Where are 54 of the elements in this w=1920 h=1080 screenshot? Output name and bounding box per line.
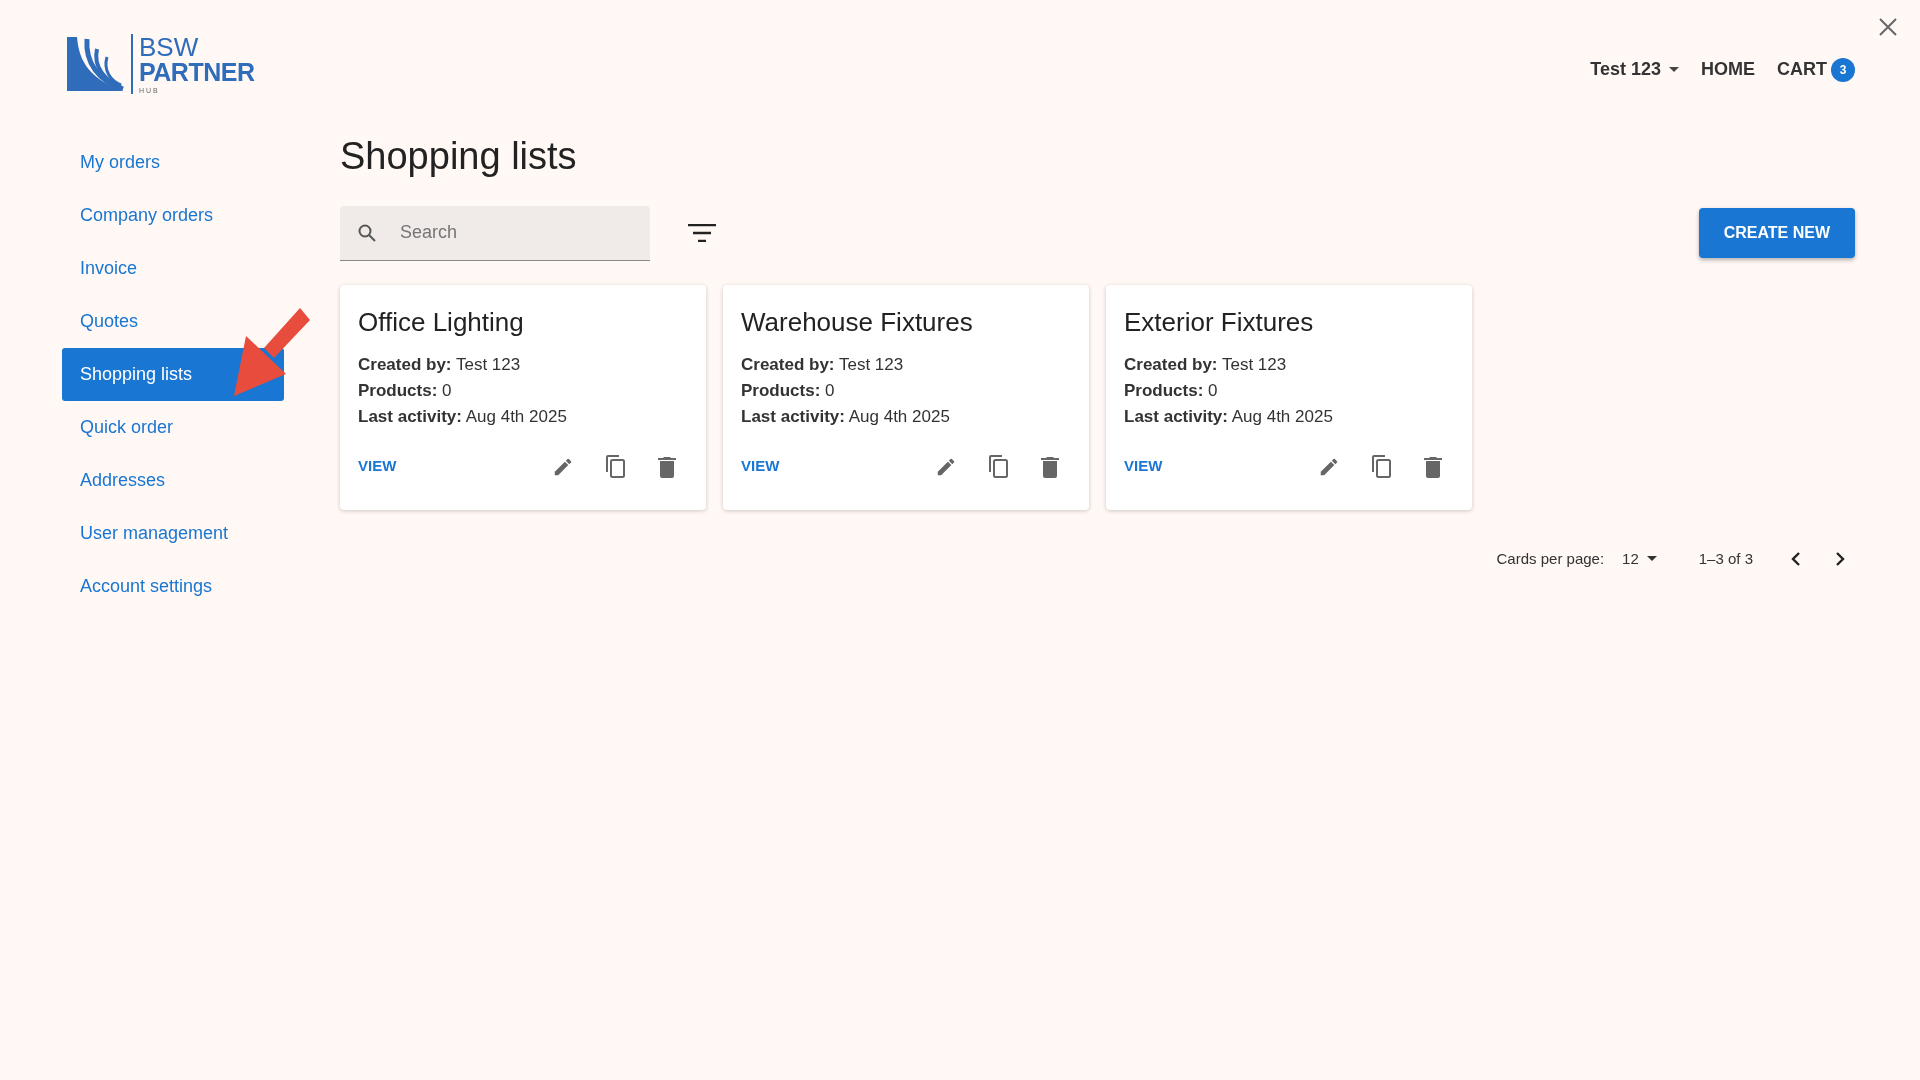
copy-button[interactable] [987,453,1011,480]
card-detail: Products: 0 [741,379,836,402]
logo-text: BSW [139,34,200,60]
copy-icon [1370,453,1394,480]
card-detail: Created by: Test 123 [1124,353,1288,376]
nav-link[interactable]: CART 3 [1777,56,1855,83]
view-link[interactable]: VIEW [741,455,780,478]
trash-icon [658,455,676,478]
copy-button[interactable] [604,453,628,480]
card-detail: Last activity: Aug 4th 2025 [358,405,568,428]
view-link[interactable]: VIEW [358,455,397,478]
logo-mark-icon [67,35,125,93]
card-detail: Last activity: Aug 4th 2025 [1124,405,1334,428]
card-detail: Products: 0 [1124,379,1219,402]
card-title: Exterior Fixtures [1124,305,1315,339]
page-range: 1–3 of 3 [1698,548,1753,569]
card-detail: Created by: Test 123 [741,353,905,376]
sidebar-item[interactable]: Company orders [62,189,284,242]
create-new-button[interactable]: CREATE NEW [1698,208,1855,259]
caret-icon [1646,556,1657,562]
filter-button[interactable] [688,224,716,243]
sidebar-item[interactable]: My orders [62,136,284,189]
sidebar-item[interactable]: Account settings [62,560,284,613]
sidebar-item[interactable]: Addresses [62,454,284,507]
previous-page-button[interactable] [1791,551,1801,566]
cards-per-page-select[interactable]: 12 [1622,551,1657,567]
card-title: Office Lighting [358,305,525,339]
copy-button[interactable] [1370,453,1394,480]
user-menu[interactable]: Test 123 [1590,56,1679,83]
sidebar-item[interactable]: Quotes [62,295,284,348]
delete-button[interactable] [1424,455,1442,478]
cart-count-badge: 3 [1831,57,1855,82]
trash-icon [1424,455,1442,478]
annotation-arrow-icon [234,308,310,398]
delete-button[interactable] [1041,455,1059,478]
trash-icon [1041,455,1059,478]
card-detail: Created by: Test 123 [358,353,522,376]
nav-link[interactable]: HOME [1701,56,1755,83]
copy-icon [604,453,628,480]
sidebar-item[interactable]: User management [62,507,284,560]
card-title: Warehouse Fixtures [741,305,974,339]
view-link[interactable]: VIEW [1124,455,1163,478]
sidebar-item[interactable]: Invoice [62,242,284,295]
page-title: Shopping lists [340,134,578,179]
card-detail: Last activity: Aug 4th 2025 [741,405,951,428]
caret-icon [1669,67,1679,72]
copy-icon [987,453,1011,480]
cards-per-page-label: Cards per page: [1496,548,1605,569]
card-detail: Products: 0 [358,379,453,402]
logo-text: PARTNER [139,60,255,85]
sidebar-item[interactable]: Quick order [62,401,284,454]
delete-button[interactable] [658,455,676,478]
search-field[interactable]: Search [340,205,650,261]
next-page-button[interactable] [1835,551,1845,566]
